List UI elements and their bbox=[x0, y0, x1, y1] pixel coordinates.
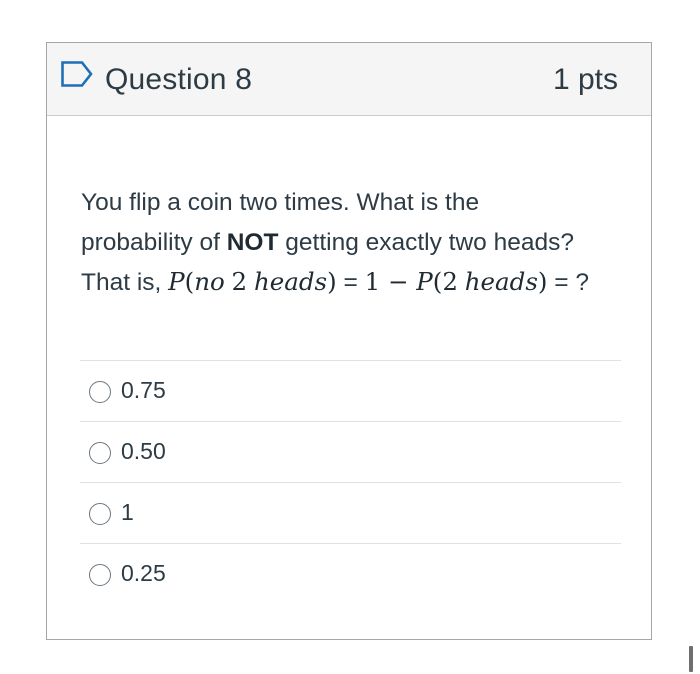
answer-label[interactable]: 0.75 bbox=[121, 375, 166, 405]
question-text: You flip a coin two times. What is the p… bbox=[81, 183, 621, 303]
formula-equals: = bbox=[547, 269, 576, 296]
formula-no: no bbox=[194, 267, 225, 296]
formula-number: 2 bbox=[442, 267, 458, 296]
question-line-3: That is, P(no 2 heads) = 1 − P(2 heads) … bbox=[81, 262, 621, 303]
formula-p: P bbox=[416, 267, 433, 296]
answer-list: 0.75 0.50 1 0.25 bbox=[80, 360, 621, 604]
formula-number: 2 bbox=[231, 267, 248, 296]
radio-circle-icon[interactable] bbox=[89, 442, 111, 464]
answer-option[interactable]: 1 bbox=[80, 482, 621, 543]
answer-label[interactable]: 0.50 bbox=[121, 436, 166, 466]
radio-circle-icon[interactable] bbox=[89, 503, 111, 525]
formula-number: 1 bbox=[364, 267, 381, 296]
formula-paren: ) bbox=[327, 267, 337, 296]
formula-minus: − bbox=[380, 267, 417, 296]
question-header: Question 8 1 pts bbox=[47, 43, 651, 116]
answer-option[interactable]: 0.75 bbox=[80, 360, 621, 421]
question-points: 1 pts bbox=[552, 63, 618, 96]
emphasis-not: NOT bbox=[226, 228, 279, 256]
question-line-2-after: getting exactly two heads? bbox=[278, 228, 574, 256]
question-card: Question 8 1 pts You flip a coin two tim… bbox=[46, 42, 652, 640]
question-line-3-prefix: That is, bbox=[81, 269, 169, 296]
formula-equals: = bbox=[336, 269, 365, 296]
formula-p: P bbox=[168, 267, 185, 296]
question-line-2: probability of NOT getting exactly two h… bbox=[81, 223, 621, 263]
radio-circle-icon[interactable] bbox=[89, 381, 111, 403]
answer-option[interactable]: 0.50 bbox=[80, 421, 621, 482]
formula-heads: heads bbox=[253, 267, 328, 296]
answer-label[interactable]: 0.25 bbox=[121, 558, 166, 588]
question-line-2-before: probability of bbox=[81, 228, 227, 256]
formula-paren: ( bbox=[432, 267, 443, 296]
formula-question-mark: ? bbox=[575, 269, 590, 296]
bookmark-flag-icon[interactable] bbox=[60, 60, 96, 88]
question-title: Question 8 bbox=[105, 63, 253, 96]
answer-label[interactable]: 1 bbox=[121, 497, 134, 527]
formula-paren: ( bbox=[184, 267, 195, 296]
radio-circle-icon[interactable] bbox=[89, 564, 111, 586]
formula-heads: heads bbox=[464, 267, 538, 296]
answer-option[interactable]: 0.25 bbox=[80, 543, 621, 604]
edge-scroll-mark bbox=[689, 646, 693, 672]
question-line-1: You flip a coin two times. What is the bbox=[81, 189, 480, 216]
